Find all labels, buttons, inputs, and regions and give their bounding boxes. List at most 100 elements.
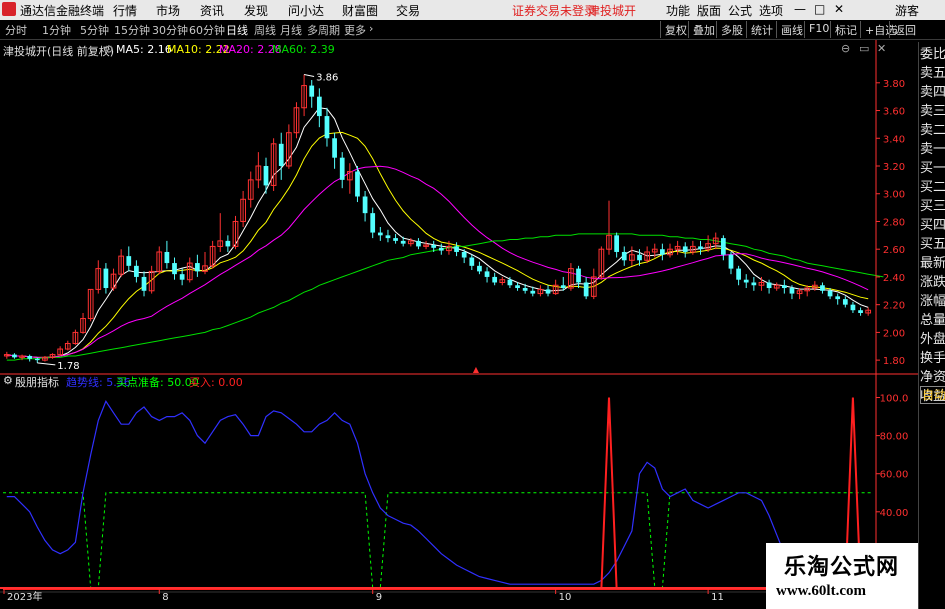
- period-tab-multi[interactable]: 多周期: [307, 22, 340, 38]
- indicator-gear-icon[interactable]: ⚙: [3, 374, 13, 387]
- menu-discover[interactable]: 发现: [244, 2, 268, 19]
- draw-line-button[interactable]: 画线: [776, 21, 807, 38]
- watermark: 乐淘公式网 www.60lt.com: [766, 543, 918, 609]
- min-price-label: 1.78: [57, 361, 79, 372]
- menu-bar: 通达信金融终端 行情 市场 资讯 发现 问小达 财富圈 交易 证券交易未登录 津…: [0, 0, 945, 20]
- date-tick-label: 10: [559, 592, 572, 603]
- sidebar-item-net-assets[interactable]: 净资: [920, 368, 945, 387]
- app-title: 通达信金融终端: [20, 4, 105, 18]
- minimize-icon[interactable]: —: [794, 2, 806, 16]
- mark-button[interactable]: 标记: [830, 21, 861, 38]
- sidebar-item-turnover[interactable]: 换手: [920, 349, 945, 368]
- candle-body: [576, 268, 581, 283]
- period-tab-5min[interactable]: 5分钟: [80, 22, 109, 38]
- menu-layout[interactable]: 版面: [697, 2, 721, 19]
- chart-axes: 3.80 3.60 3.40 3.20 3.00 2.80 2.60 2.40 2.20 2.00…: [0, 40, 918, 603]
- candle-body: [736, 268, 741, 280]
- candle-body: [385, 235, 391, 239]
- candle-body: [370, 213, 376, 233]
- candlestick-series: 3.86 1.78: [3, 72, 872, 372]
- sidebar-item-ask2[interactable]: 卖二: [920, 121, 945, 140]
- panel-resize-arrow-icon: ▲: [473, 365, 480, 374]
- sidebar-item-outer[interactable]: 外盘: [920, 330, 945, 349]
- sidebar-item-ask4[interactable]: 卖四: [920, 83, 945, 102]
- period-tab-weekly[interactable]: 周线: [254, 22, 276, 38]
- overlay-button[interactable]: 叠加: [688, 21, 719, 38]
- candle-body: [583, 282, 589, 297]
- sidebar-item-bid1[interactable]: 买一: [920, 159, 945, 178]
- period-tab-15min[interactable]: 15分钟: [114, 22, 150, 38]
- candle-body: [515, 285, 520, 289]
- candle-body: [720, 238, 726, 255]
- menu-market[interactable]: 市场: [156, 2, 180, 19]
- period-tab-more[interactable]: 更多: [344, 22, 366, 38]
- menu-wealth[interactable]: 财富圈: [342, 2, 378, 19]
- menu-formula[interactable]: 公式: [728, 2, 752, 19]
- statistics-button[interactable]: 统计: [746, 21, 777, 38]
- date-tick-label: 9: [376, 592, 382, 603]
- candle-body: [835, 296, 841, 300]
- period-tab-1min[interactable]: 1分钟: [42, 22, 71, 38]
- candle-body: [27, 355, 33, 359]
- window-icon[interactable]: □: [814, 2, 825, 16]
- chart-close-icon[interactable]: ✕: [877, 42, 886, 55]
- period-tab-30min[interactable]: 30分钟: [152, 22, 188, 38]
- candle-body: [393, 238, 398, 241]
- candle-body: [34, 358, 40, 361]
- login-notice[interactable]: 证券交易未登录: [512, 2, 596, 19]
- sidebar-item-last[interactable]: 最新: [920, 254, 945, 273]
- period-tab-monthly[interactable]: 月线: [280, 22, 302, 38]
- period-tab-daily[interactable]: 日线: [226, 22, 248, 38]
- chart-area[interactable]: 3.86 1.78 3.80 3.60 3.40 3.20 3.00 2.80 2.60 2.4…: [0, 40, 918, 609]
- guest-label[interactable]: 游客: [895, 2, 919, 19]
- chart-minus-icon[interactable]: ⊖: [841, 42, 850, 55]
- back-button[interactable]: 返回: [889, 21, 920, 38]
- candle-body: [682, 246, 688, 252]
- candle-body: [781, 285, 787, 289]
- menu-quotes[interactable]: 行情: [113, 2, 137, 19]
- indicator-tick-label: 60.00: [880, 470, 909, 481]
- multi-stock-button[interactable]: 多股: [716, 21, 747, 38]
- settings-gear-icon[interactable]: ⚙: [104, 43, 114, 56]
- price-tick-label: 2.40: [883, 273, 905, 284]
- sidebar-item-bid3[interactable]: 买三: [920, 197, 945, 216]
- menu-assistant[interactable]: 问小达: [288, 2, 324, 19]
- menu-functions[interactable]: 功能: [666, 2, 690, 19]
- menu-trade[interactable]: 交易: [396, 2, 420, 19]
- menu-options[interactable]: 选项: [759, 2, 783, 19]
- chart-restore-icon[interactable]: ▭: [859, 42, 869, 55]
- f10-button[interactable]: F10: [804, 21, 833, 38]
- candle-body: [560, 285, 566, 289]
- candle-body: [751, 282, 757, 286]
- sidebar-item-ask3[interactable]: 卖三: [920, 102, 945, 121]
- close-icon[interactable]: ✕: [834, 2, 844, 16]
- menu-news[interactable]: 资讯: [200, 2, 224, 19]
- price-tick-label: 2.60: [883, 245, 905, 256]
- date-tick-label: 8: [162, 592, 168, 603]
- watermark-title: 乐淘公式网: [784, 555, 900, 580]
- sidebar-item-commission-ratio[interactable]: 委比: [920, 45, 945, 64]
- candle-body: [195, 263, 200, 272]
- period-tab-60min[interactable]: 60分钟: [189, 22, 225, 38]
- period-tab-intraday[interactable]: 分时: [5, 22, 27, 38]
- sidebar-item-bid2[interactable]: 买二: [920, 178, 945, 197]
- auto-button[interactable]: 自动: [920, 386, 945, 404]
- candle-body: [827, 290, 833, 297]
- sidebar-item-bid5[interactable]: 买五: [920, 235, 945, 254]
- candle-body: [164, 251, 170, 264]
- ma60-line: [6, 233, 884, 361]
- more-chevron-icon[interactable]: ›: [369, 22, 373, 35]
- candle-body: [12, 354, 17, 358]
- candle-body: [141, 276, 147, 291]
- sidebar-item-bid4[interactable]: 买四: [920, 216, 945, 235]
- max-price-label: 3.86: [316, 72, 338, 83]
- adjust-button[interactable]: 复权: [660, 21, 691, 38]
- sidebar-item-change-pct[interactable]: 涨幅: [920, 292, 945, 311]
- candle-body: [438, 247, 444, 251]
- sidebar-item-change[interactable]: 涨跌: [920, 273, 945, 292]
- sidebar-item-ask5[interactable]: 卖五: [920, 64, 945, 83]
- sidebar-item-ask1[interactable]: 卖一: [920, 140, 945, 159]
- watermark-url: www.60lt.com: [776, 583, 866, 599]
- candle-body: [637, 254, 642, 261]
- sidebar-item-volume[interactable]: 总量: [920, 311, 945, 330]
